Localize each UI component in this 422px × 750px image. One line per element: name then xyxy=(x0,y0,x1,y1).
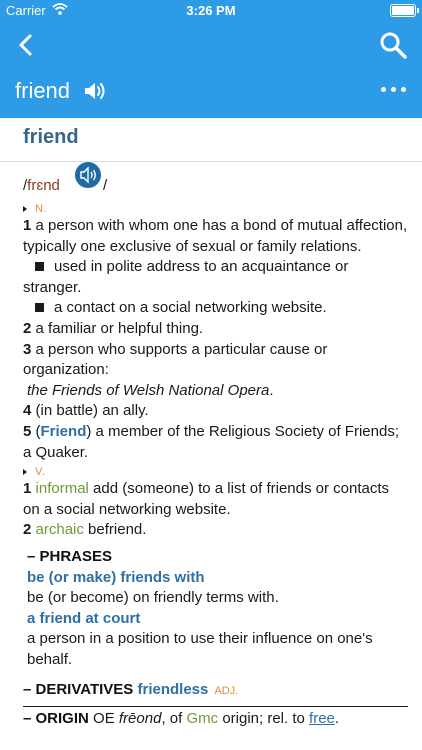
sense: 2 archaic befriend. xyxy=(23,521,147,539)
status-bar: Carrier 3:26 PM xyxy=(0,0,422,22)
subsense: used in polite address to an acquaintanc… xyxy=(23,258,349,296)
square-bullet-icon xyxy=(35,303,44,313)
speaker-icon xyxy=(85,83,105,99)
search-button[interactable] xyxy=(378,30,408,60)
language-label: Gmc xyxy=(186,710,219,728)
square-bullet-icon xyxy=(35,262,44,272)
pronunciation-audio-button[interactable] xyxy=(75,162,101,188)
sense: 1 a person with whom one has a bond of m… xyxy=(23,217,408,255)
nav-title: friend xyxy=(15,78,71,103)
subsense: a contact on a social networking website… xyxy=(23,298,408,319)
sense: 5 (Friend) a member of the Religious Soc… xyxy=(23,422,399,461)
expand-triangle-icon xyxy=(23,469,27,476)
entry-content: friend /frɛnd / N. 1 a person with whom … xyxy=(0,118,422,750)
derivative-pos: ADJ. xyxy=(214,685,239,698)
app-header: Carrier 3:26 PM friend xyxy=(0,0,422,118)
register-label: informal xyxy=(35,480,89,498)
chevron-left-icon xyxy=(19,34,32,56)
derivatives-label: – DERIVATIVES xyxy=(23,681,134,699)
status-time: 3:26 PM xyxy=(186,3,236,18)
battery-icon xyxy=(390,4,419,17)
entry-body: /frɛnd / N. 1 a person with whom one has… xyxy=(23,162,408,730)
phrase-term: be (or make) friends with xyxy=(27,568,205,586)
more-options-button[interactable] xyxy=(378,84,408,96)
phrase-term: a friend at court xyxy=(27,609,141,627)
sense: 3 a person who supports a particular cau… xyxy=(23,340,328,379)
phrases-label: – PHRASES xyxy=(27,547,113,565)
speaker-icon xyxy=(80,166,96,184)
derivatives-section: – DERIVATIVES friendless ADJ. xyxy=(23,680,408,708)
sense: 2 a familiar or helpful thing. xyxy=(23,319,204,337)
pos-verb: V. xyxy=(23,465,408,479)
phrase-definition: be (or become) on friendly terms with. xyxy=(27,589,279,607)
headword: friend xyxy=(23,126,79,148)
cross-reference-link[interactable]: Friend xyxy=(41,423,87,440)
origin-section: – ORIGIN OE frēond, of Gmc origin; rel. … xyxy=(23,710,340,728)
origin-label: – ORIGIN xyxy=(23,710,89,728)
register-label: archaic xyxy=(35,521,84,539)
speaker-button[interactable] xyxy=(84,81,106,101)
divider xyxy=(0,161,422,162)
pronunciation-close: / xyxy=(103,177,108,194)
related-word-link[interactable]: free xyxy=(309,710,335,727)
derivative-word: friendless xyxy=(137,681,209,699)
pronunciation: /frɛnd xyxy=(23,177,60,194)
pos-noun: N. xyxy=(23,202,408,216)
sense: 1 informal add (someone) to a list of fr… xyxy=(23,480,390,518)
sense: 4 (in battle) an ally. xyxy=(23,402,149,420)
back-button[interactable] xyxy=(12,30,42,60)
more-dots-icon xyxy=(381,87,386,92)
pronunciation-row: /frɛnd / xyxy=(23,162,408,200)
search-icon xyxy=(380,32,407,59)
phrases-section: – PHRASES be (or make) friends with be (… xyxy=(23,547,408,671)
expand-triangle-icon xyxy=(23,206,27,213)
example: the Friends of Welsh National Opera. xyxy=(27,381,274,399)
phrase-definition: a person in a position to use their infl… xyxy=(27,630,373,668)
